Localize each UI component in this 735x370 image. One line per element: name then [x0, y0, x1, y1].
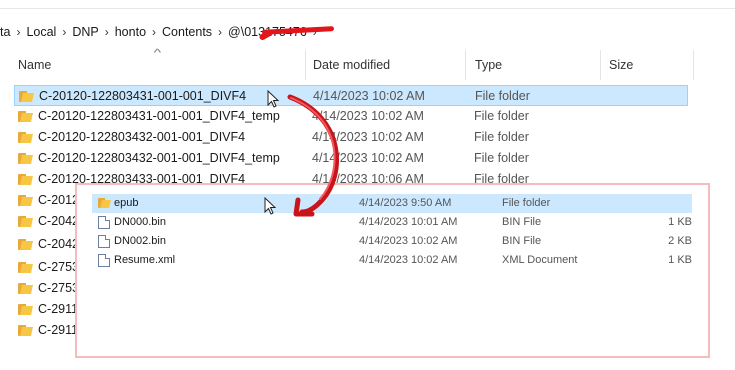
mouse-cursor-icon	[264, 197, 277, 215]
mouse-cursor-icon	[267, 90, 280, 108]
annotation-arrow	[287, 94, 340, 217]
